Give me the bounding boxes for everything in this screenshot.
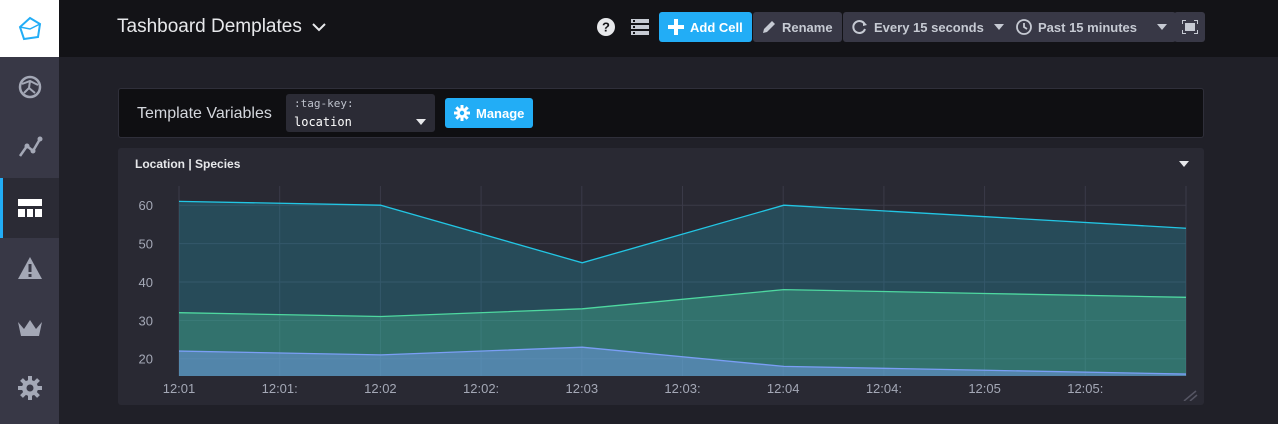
template-variables-label: Template Variables (137, 105, 272, 122)
plus-icon (668, 19, 684, 35)
pencil-icon (763, 21, 775, 33)
time-range-dropdown[interactable]: Past 15 minutes (1007, 12, 1176, 42)
x-tick-label: 12:02 (364, 381, 397, 396)
svg-text:?: ? (602, 20, 610, 35)
page-header: Tashboard Demplates ? Add Cell Rename Ev… (59, 0, 1278, 57)
caret-down-icon (416, 119, 426, 125)
x-tick-label: 12:01 (163, 381, 196, 396)
autorefresh-dropdown[interactable]: Every 15 seconds (843, 12, 1013, 42)
add-cell-button[interactable]: Add Cell (659, 12, 752, 42)
y-tick-label: 20 (139, 352, 153, 367)
y-tick-label: 60 (139, 198, 153, 213)
host-list-icon[interactable] (0, 57, 59, 117)
presentation-mode-button[interactable] (1174, 12, 1205, 42)
refresh-icon (852, 20, 867, 34)
resize-handle-icon[interactable] (1182, 389, 1198, 401)
help-icon[interactable]: ? (596, 12, 616, 42)
rename-button[interactable]: Rename (753, 12, 842, 42)
sidebar (0, 0, 59, 424)
template-variables-bar: Template Variables :tag-key: location Ma… (118, 88, 1204, 138)
template-variables-toggle-icon[interactable] (629, 12, 651, 42)
manage-button[interactable]: Manage (445, 98, 534, 128)
x-tick-label: 12:01: (262, 381, 298, 396)
template-variable-dropdown[interactable]: :tag-key: location (286, 94, 435, 132)
data-explorer-icon[interactable] (0, 118, 59, 178)
dashboards-icon[interactable] (0, 178, 59, 238)
template-variable-value: location (294, 115, 352, 129)
y-tick-label: 30 (139, 313, 153, 328)
dashboard-title-text: Tashboard Demplates (117, 16, 302, 37)
y-tick-label: 50 (139, 237, 153, 252)
y-tick-label: 40 (139, 275, 153, 290)
autorefresh-label: Every 15 seconds (874, 19, 984, 35)
template-variable-key: :tag-key: (294, 97, 354, 110)
x-tick-label: 12:04: (866, 381, 902, 396)
time-range-label: Past 15 minutes (1038, 19, 1137, 35)
dashboard-title[interactable]: Tashboard Demplates (117, 16, 326, 38)
caret-down-icon (1157, 24, 1167, 30)
clock-icon (1016, 19, 1032, 35)
x-tick-label: 12:04 (767, 381, 800, 396)
x-tick-label: 12:05: (1067, 381, 1103, 396)
rename-label: Rename (782, 19, 833, 35)
x-tick-label: 12:02: (463, 381, 499, 396)
add-cell-label: Add Cell (690, 19, 743, 35)
alerts-icon[interactable] (0, 238, 59, 298)
gear-icon (454, 105, 470, 121)
x-tick-label: 12:03: (664, 381, 700, 396)
expand-icon (1181, 20, 1198, 34)
admin-icon[interactable] (0, 298, 59, 358)
chevron-down-icon (312, 22, 326, 31)
x-tick-label: 12:05 (968, 381, 1001, 396)
area-chart: 20 30 40 50 60 12:01 12:01: 12:02 12:02: 12:03 12:… (139, 186, 1187, 396)
logo-icon[interactable] (0, 0, 59, 57)
x-tick-label: 12:03 (566, 381, 599, 396)
graph-cell[interactable]: Location | Species 20 30 40 50 60 12:01 12:01:… (118, 148, 1204, 405)
caret-down-icon (993, 24, 1004, 30)
configuration-icon[interactable] (0, 358, 59, 418)
manage-label: Manage (476, 105, 525, 121)
